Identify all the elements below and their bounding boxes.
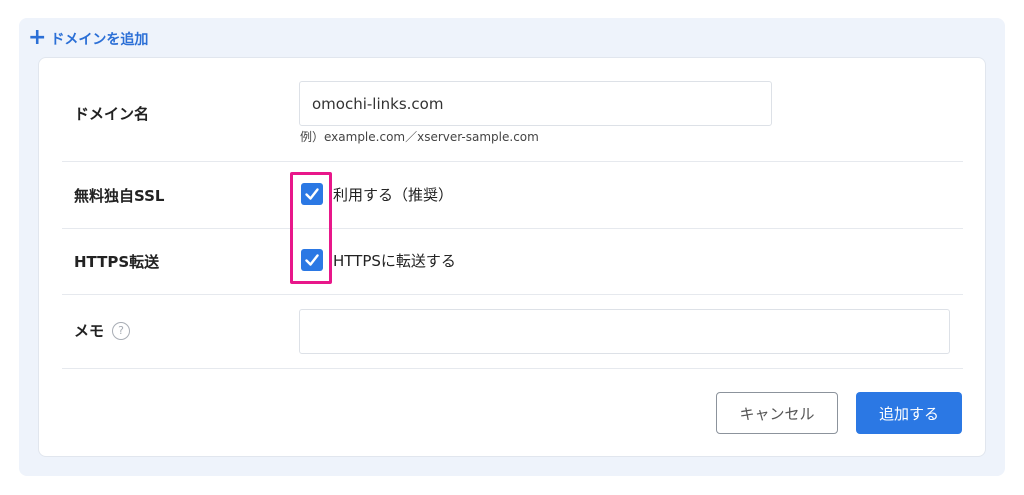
checkbox-highlight-frame: [290, 172, 332, 284]
add-button[interactable]: 追加する: [856, 392, 962, 434]
cancel-button[interactable]: キャンセル: [716, 392, 838, 434]
row-divider: [62, 368, 963, 369]
memo-label-group: メモ ?: [74, 320, 131, 341]
memo-label: メモ: [74, 322, 105, 340]
row-divider: [62, 228, 963, 229]
add-domain-link[interactable]: + ドメインを追加: [28, 27, 148, 51]
help-icon[interactable]: ?: [112, 321, 131, 340]
domain-name-label: ドメイン名: [74, 105, 150, 123]
domain-name-input[interactable]: [299, 81, 772, 126]
plus-icon: +: [28, 25, 47, 50]
add-domain-label: ドメインを追加: [50, 32, 149, 48]
row-divider: [62, 161, 963, 162]
memo-input[interactable]: [299, 309, 950, 354]
domain-name-hint: 例）example.com／xserver-sample.com: [300, 130, 539, 144]
row-divider: [62, 294, 963, 295]
https-redirect-checkbox-label[interactable]: HTTPSに転送する: [333, 250, 456, 271]
ssl-checkbox-label[interactable]: 利用する（推奨）: [333, 184, 453, 205]
ssl-label: 無料独自SSL: [74, 187, 165, 205]
https-redirect-label: HTTPS転送: [74, 253, 160, 271]
